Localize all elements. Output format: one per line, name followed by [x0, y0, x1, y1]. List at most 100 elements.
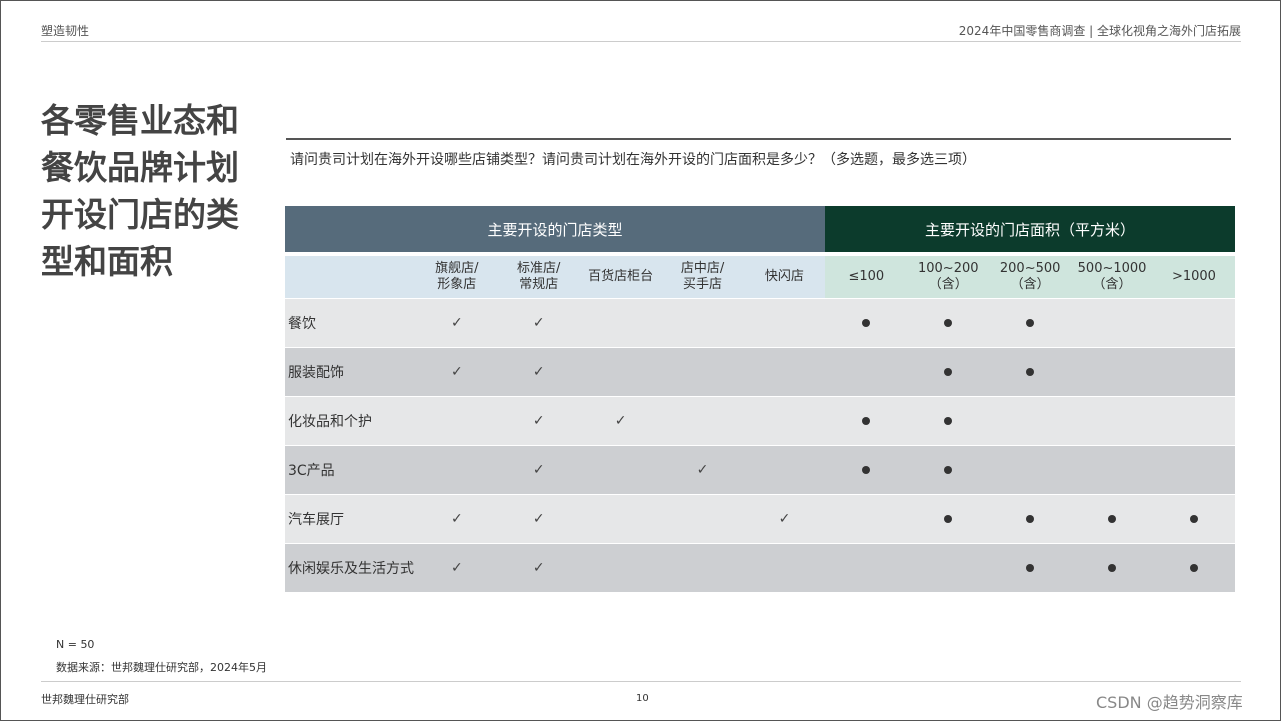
page-title-line: 型和面积	[41, 242, 173, 281]
sample-size-note: N = 50	[56, 638, 95, 651]
store-type-cell: ✓	[743, 495, 825, 543]
store-area-group-header: 主要开设的门店面积（平方米）	[825, 206, 1235, 252]
check-mark-icon: ✓	[614, 413, 627, 429]
survey-table: 主要开设的门店类型 主要开设的门店面积（平方米） 旗舰店/ 形象店 标准店/ 常规…	[285, 206, 1235, 593]
store-type-cell: ✓	[498, 348, 580, 396]
store-area-cell	[1071, 495, 1153, 543]
store-type-column-header: 旗舰店/ 形象店	[415, 256, 498, 298]
dot-marker-icon	[1108, 515, 1117, 523]
row-label: 服装配饰	[288, 365, 344, 381]
store-area-cell	[825, 446, 907, 494]
store-type-cell	[743, 446, 825, 494]
store-type-cell	[743, 397, 825, 445]
dot-marker-icon	[862, 466, 871, 474]
store-area-cell	[907, 348, 989, 396]
store-type-cell: ✓	[498, 495, 580, 543]
store-area-cell	[989, 299, 1071, 347]
store-type-cell	[743, 299, 825, 347]
page-title: 各零售业态和 餐饮品牌计划 开设门店的类 型和面积	[41, 97, 261, 285]
header-section-label: 塑造韧性	[41, 24, 90, 38]
page-number: 10	[636, 693, 649, 704]
dot-marker-icon	[1189, 564, 1198, 572]
store-type-cell	[662, 299, 744, 347]
check-mark-icon: ✓	[532, 560, 545, 576]
page-title-line: 餐饮品牌计划	[41, 148, 239, 187]
row-label: 化妆品和个护	[288, 414, 372, 430]
table-row: 服装配饰 ✓ ✓	[285, 348, 1235, 397]
store-type-cell	[662, 544, 744, 592]
store-type-cell: ✓	[662, 446, 744, 494]
store-type-cell	[580, 495, 662, 543]
store-area-cell	[1071, 348, 1153, 396]
dot-marker-icon	[1108, 564, 1117, 572]
dot-marker-icon	[862, 319, 871, 327]
check-mark-icon: ✓	[532, 511, 545, 527]
store-area-cell	[907, 299, 989, 347]
check-mark-icon: ✓	[450, 315, 463, 331]
store-type-cell	[662, 495, 744, 543]
store-type-cell: ✓	[416, 544, 498, 592]
store-area-cell	[1153, 495, 1235, 543]
dot-marker-icon	[1026, 368, 1035, 376]
table-row: 化妆品和个护 ✓ ✓	[285, 397, 1235, 446]
page-title-line: 各零售业态和	[41, 101, 239, 140]
table-row: 休闲娱乐及生活方式 ✓ ✓	[285, 544, 1235, 593]
dot-marker-icon	[944, 319, 953, 327]
store-type-cell: ✓	[416, 348, 498, 396]
check-mark-icon: ✓	[450, 364, 463, 380]
data-source-note: 数据来源：世邦魏理仕研究部，2024年5月	[56, 661, 267, 674]
store-area-column-header: 200~500 （含）	[989, 256, 1072, 298]
watermark: CSDN @趋势洞察库	[1096, 693, 1243, 712]
store-area-cell	[1153, 397, 1235, 445]
store-type-cell	[743, 348, 825, 396]
store-type-column-header: 标准店/ 常规店	[497, 256, 580, 298]
store-type-cell: ✓	[498, 397, 580, 445]
store-area-cell	[825, 397, 907, 445]
row-label: 3C产品	[288, 463, 335, 479]
store-area-cell	[907, 544, 989, 592]
store-area-cell	[1153, 348, 1235, 396]
check-mark-icon: ✓	[696, 462, 709, 478]
store-area-cell	[1153, 446, 1235, 494]
store-area-cell	[825, 544, 907, 592]
table-row: 汽车展厅 ✓ ✓ ✓	[285, 495, 1235, 544]
survey-question: 请问贵司计划在海外开设哪些店铺类型？请问贵司计划在海外开设的门店面积是多少？（多…	[290, 152, 976, 168]
table-group-header: 主要开设的门店类型 主要开设的门店面积（平方米）	[285, 206, 1235, 252]
header-report-title: 2024年中国零售商调查 | 全球化视角之海外门店拓展	[958, 24, 1241, 38]
store-type-cell	[416, 446, 498, 494]
check-mark-icon: ✓	[450, 511, 463, 527]
footer-divider	[41, 681, 1241, 682]
check-mark-icon: ✓	[532, 462, 545, 478]
store-type-cell	[662, 348, 744, 396]
store-type-column-header: 快闪店	[743, 256, 826, 298]
store-area-cell	[1071, 299, 1153, 347]
store-area-cell	[825, 495, 907, 543]
store-area-column-header: ≤100	[825, 256, 908, 298]
header-divider	[41, 41, 1241, 42]
row-label-header	[285, 256, 416, 298]
table-row: 餐饮 ✓ ✓	[285, 299, 1235, 348]
dot-marker-icon	[1026, 564, 1035, 572]
page-title-line: 开设门店的类	[41, 195, 239, 234]
store-area-cell	[825, 299, 907, 347]
store-area-cell	[1153, 299, 1235, 347]
store-type-cell	[580, 446, 662, 494]
dot-marker-icon	[1026, 319, 1035, 327]
dot-marker-icon	[1189, 515, 1198, 523]
store-area-cell	[989, 348, 1071, 396]
row-label: 餐饮	[288, 316, 316, 332]
table-body: 餐饮 ✓ ✓ 服装配饰 ✓ ✓ 化妆品和个护 ✓ ✓ 3C产品 ✓ ✓ 汽车展厅 ✓ ✓ ✓ 休闲娱乐及生活方式…	[285, 299, 1235, 593]
dot-marker-icon	[944, 368, 953, 376]
footer-org: 世邦魏理仕研究部	[41, 693, 129, 706]
dot-marker-icon	[944, 466, 953, 474]
store-area-cell	[989, 397, 1071, 445]
store-area-cell	[825, 348, 907, 396]
store-type-cell: ✓	[498, 299, 580, 347]
store-type-column-header: 百货店柜台	[579, 256, 662, 298]
store-area-cell	[1071, 397, 1153, 445]
store-type-column-header: 店中店/ 买手店	[661, 256, 744, 298]
store-area-cell	[1071, 446, 1153, 494]
store-area-cell	[1153, 544, 1235, 592]
store-type-cell	[416, 397, 498, 445]
check-mark-icon: ✓	[778, 511, 791, 527]
